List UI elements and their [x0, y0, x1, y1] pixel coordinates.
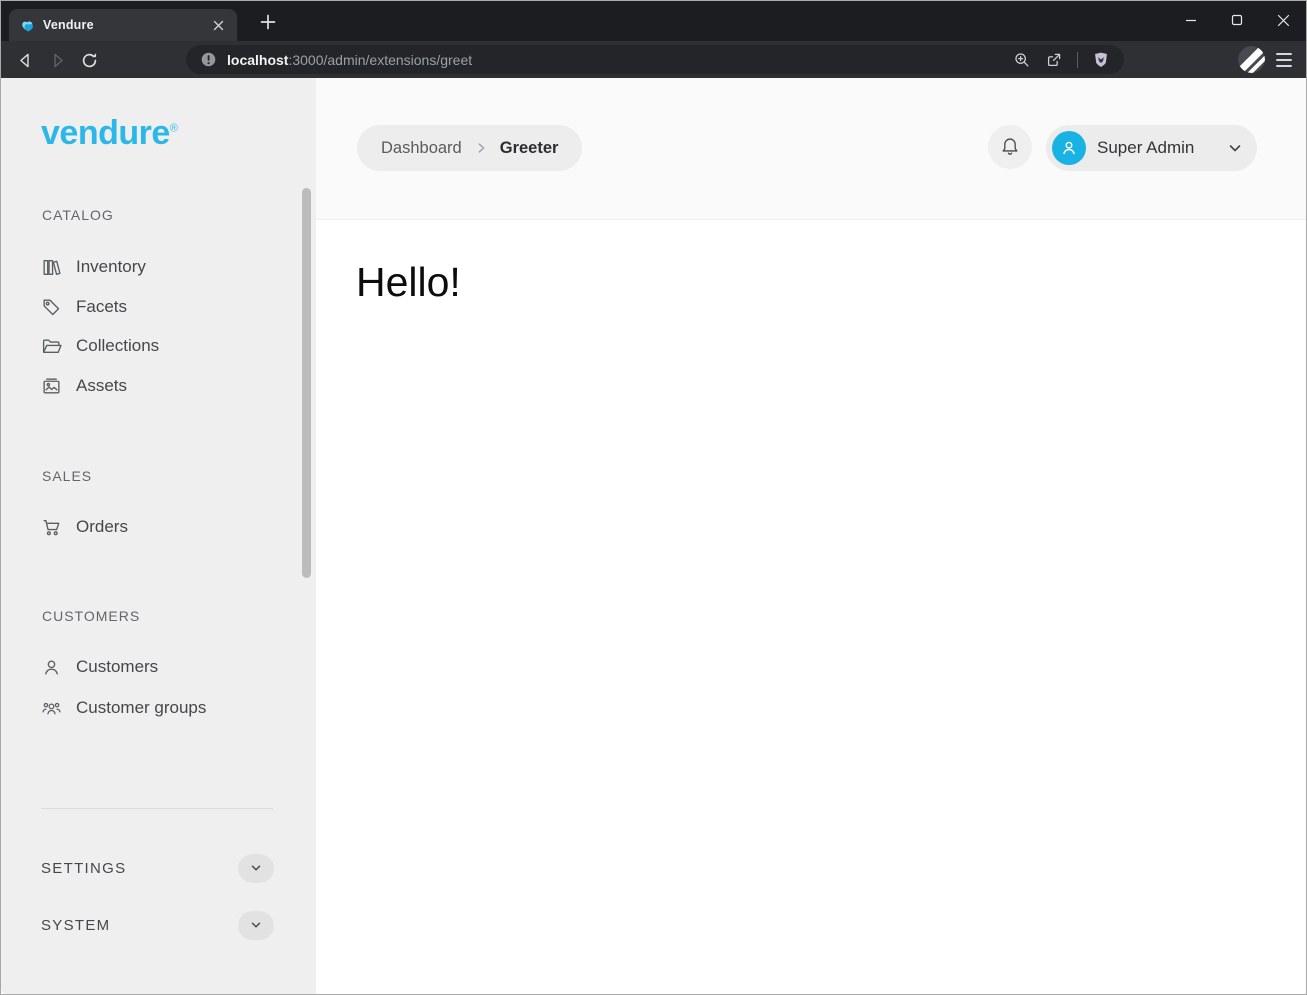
address-bar-actions — [1013, 51, 1110, 69]
sidebar-section-system[interactable]: SYSTEM — [41, 910, 274, 940]
close-window-button[interactable] — [1260, 1, 1306, 39]
system-label: SYSTEM — [41, 917, 110, 934]
sidebar-item-label: Inventory — [76, 257, 146, 277]
logo-reg-mark: ® — [170, 123, 178, 135]
sidebar-section-settings[interactable]: SETTINGS — [41, 853, 274, 883]
profile-avatar-icon[interactable] — [1238, 46, 1265, 73]
breadcrumb-dashboard[interactable]: Dashboard — [381, 139, 462, 158]
breadcrumb-greeter: Greeter — [500, 139, 559, 158]
favicon-vendure-icon — [19, 17, 35, 33]
sidebar-item-orders[interactable]: Orders — [41, 515, 128, 539]
image-icon — [41, 376, 62, 397]
tab-strip: Vendure — [1, 1, 1306, 41]
cart-icon — [41, 517, 62, 538]
browser-menu-icon[interactable] — [1272, 48, 1296, 72]
chevron-down-icon — [1227, 140, 1243, 156]
chevron-right-icon — [474, 141, 488, 155]
reload-icon[interactable] — [75, 46, 103, 74]
section-label-customers: CUSTOMERS — [42, 608, 140, 624]
library-icon — [41, 257, 62, 278]
page-content: Hello! — [316, 220, 1306, 994]
main-area: Dashboard Greeter — [316, 78, 1306, 994]
brave-shield-icon[interactable] — [1092, 51, 1110, 69]
sidebar-divider — [41, 808, 273, 809]
window-controls — [1168, 1, 1306, 39]
sidebar-item-assets[interactable]: Assets — [41, 374, 127, 398]
sidebar-item-label: Customers — [76, 657, 158, 677]
user-name: Super Admin — [1097, 138, 1216, 158]
vendure-logo: vendure® — [41, 114, 177, 153]
sidebar: vendure® CATALOG Inventory Facets — [1, 78, 316, 994]
tab-title: Vendure — [43, 18, 201, 32]
notification-bell-icon[interactable] — [988, 125, 1032, 169]
sidebar-item-inventory[interactable]: Inventory — [41, 255, 146, 279]
toolbar-separator — [1077, 52, 1078, 68]
url-host: localhost — [227, 52, 288, 68]
zoom-in-icon[interactable] — [1013, 51, 1031, 69]
url-text: localhost:3000/admin/extensions/greet — [227, 52, 1003, 68]
share-icon[interactable] — [1045, 51, 1063, 69]
browser-window: Vendure — [0, 0, 1307, 995]
user-icon — [41, 657, 62, 678]
chevron-down-icon[interactable] — [238, 854, 274, 883]
sidebar-item-customers[interactable]: Customers — [41, 655, 158, 679]
sidebar-item-label: Assets — [76, 376, 127, 396]
user-menu[interactable]: Super Admin — [1046, 125, 1257, 171]
logo-text: vendure — [41, 114, 170, 152]
section-label-sales: SALES — [42, 468, 92, 484]
sidebar-item-label: Collections — [76, 336, 159, 356]
greeting-heading: Hello! — [356, 259, 1306, 306]
settings-label: SETTINGS — [41, 860, 126, 877]
folder-icon — [41, 336, 62, 357]
sidebar-item-label: Customer groups — [76, 698, 206, 718]
users-icon — [41, 698, 62, 719]
tag-icon — [41, 297, 62, 318]
sidebar-item-collections[interactable]: Collections — [41, 334, 159, 358]
back-icon[interactable] — [11, 46, 39, 74]
user-avatar-icon — [1052, 131, 1086, 165]
sidebar-item-customer-groups[interactable]: Customer groups — [41, 696, 206, 720]
forward-icon[interactable] — [43, 46, 71, 74]
tab-close-icon[interactable] — [209, 16, 227, 34]
address-bar[interactable]: localhost:3000/admin/extensions/greet — [186, 45, 1124, 74]
page-info-icon[interactable] — [200, 51, 217, 68]
section-label-catalog: CATALOG — [42, 207, 114, 223]
sidebar-item-facets[interactable]: Facets — [41, 295, 127, 319]
maximize-button[interactable] — [1214, 1, 1260, 39]
page-header: Dashboard Greeter — [316, 78, 1306, 220]
minimize-button[interactable] — [1168, 1, 1214, 39]
browser-tab[interactable]: Vendure — [9, 9, 237, 41]
sidebar-scrollbar[interactable] — [302, 188, 311, 578]
app-page: vendure® CATALOG Inventory Facets — [1, 78, 1306, 994]
chevron-down-icon[interactable] — [238, 911, 274, 940]
new-tab-button[interactable] — [253, 7, 283, 37]
browser-toolbar: localhost:3000/admin/extensions/greet — [1, 41, 1306, 78]
sidebar-item-label: Facets — [76, 297, 127, 317]
url-path: :3000/admin/extensions/greet — [288, 52, 472, 68]
breadcrumb: Dashboard Greeter — [357, 125, 582, 171]
sidebar-item-label: Orders — [76, 517, 128, 537]
